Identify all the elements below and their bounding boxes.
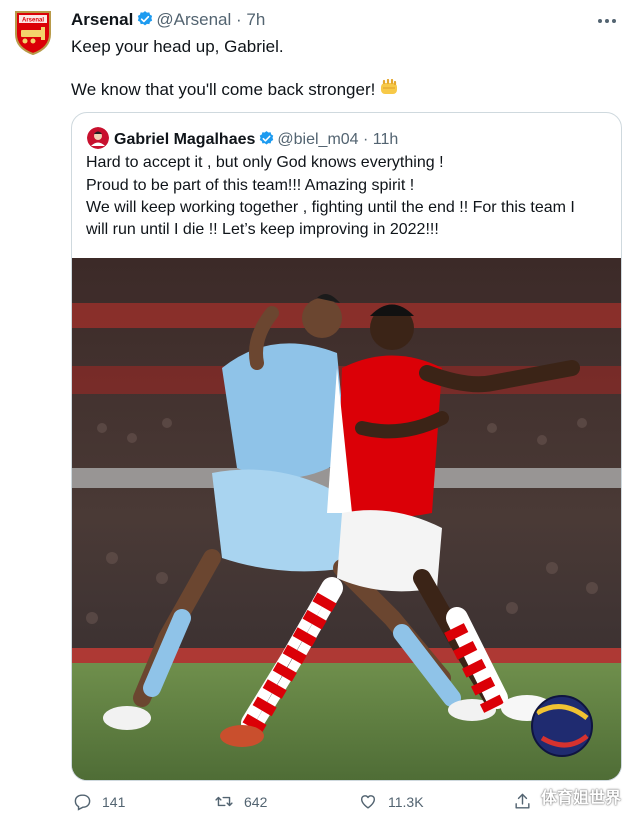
quoted-text-line-1: Hard to accept it , but only God knows e…	[86, 154, 444, 171]
tweet-text-line-2: We know that you'll come back stronger!	[71, 78, 399, 102]
verified-badge-icon	[136, 10, 154, 33]
like-count: 11.3K	[388, 793, 424, 810]
football-match-photo[interactable]	[72, 258, 621, 780]
tweet-header: Arsenal @Arsenal · 7h	[71, 10, 265, 33]
quoted-author-avatar[interactable]	[87, 127, 109, 149]
reply-icon	[74, 794, 91, 811]
quoted-text-line-4: will run until I die !! Let’s keep impro…	[86, 221, 439, 238]
quoted-tweet-time[interactable]: 11h	[373, 131, 399, 148]
svg-text:Arsenal: Arsenal	[22, 18, 44, 24]
arsenal-crest-icon: Arsenal	[15, 11, 51, 56]
arsenal-crest-avatar[interactable]: Arsenal	[13, 10, 53, 56]
author-handle[interactable]: @Arsenal	[156, 10, 231, 29]
quoted-text-line-3: We will keep working together , fighting…	[86, 199, 575, 216]
quoted-text-line-2: Proud to be part of this team!!! Amazing…	[86, 177, 415, 194]
watermark-text: 体育姐世界	[541, 790, 622, 807]
quoted-author-name[interactable]: Gabriel Magalhaes	[114, 131, 255, 148]
quoted-author-handle[interactable]: @biel_m04	[277, 131, 358, 148]
quoted-header-separator: ·	[363, 131, 369, 148]
reply-button[interactable]: 141	[73, 792, 125, 811]
retweet-button[interactable]: 642	[214, 792, 267, 811]
retweet-icon	[215, 796, 233, 807]
tweet-text-line-2-text: We know that you'll come back stronger!	[71, 80, 376, 99]
share-icon	[515, 793, 530, 809]
fist-emoji-icon	[379, 78, 399, 102]
verified-badge-icon	[258, 130, 275, 152]
retweet-count: 642	[244, 793, 268, 810]
quoted-tweet-header: Gabriel Magalhaes @biel_m04 · 11h	[87, 127, 398, 152]
quoted-tweet-card[interactable]: Gabriel Magalhaes @biel_m04 · 11h Hard to…	[71, 112, 622, 781]
tweet-text-line-1: Keep your head up, Gabriel.	[71, 37, 284, 56]
tweet-time[interactable]: 7h	[246, 10, 265, 29]
more-options-icon[interactable]	[596, 10, 618, 38]
header-separator: ·	[236, 10, 242, 29]
heart-icon	[360, 795, 376, 809]
share-button[interactable]	[513, 792, 532, 811]
like-button[interactable]: 11.3K	[358, 792, 424, 811]
author-name[interactable]: Arsenal	[71, 10, 133, 29]
reply-count: 141	[102, 793, 126, 810]
